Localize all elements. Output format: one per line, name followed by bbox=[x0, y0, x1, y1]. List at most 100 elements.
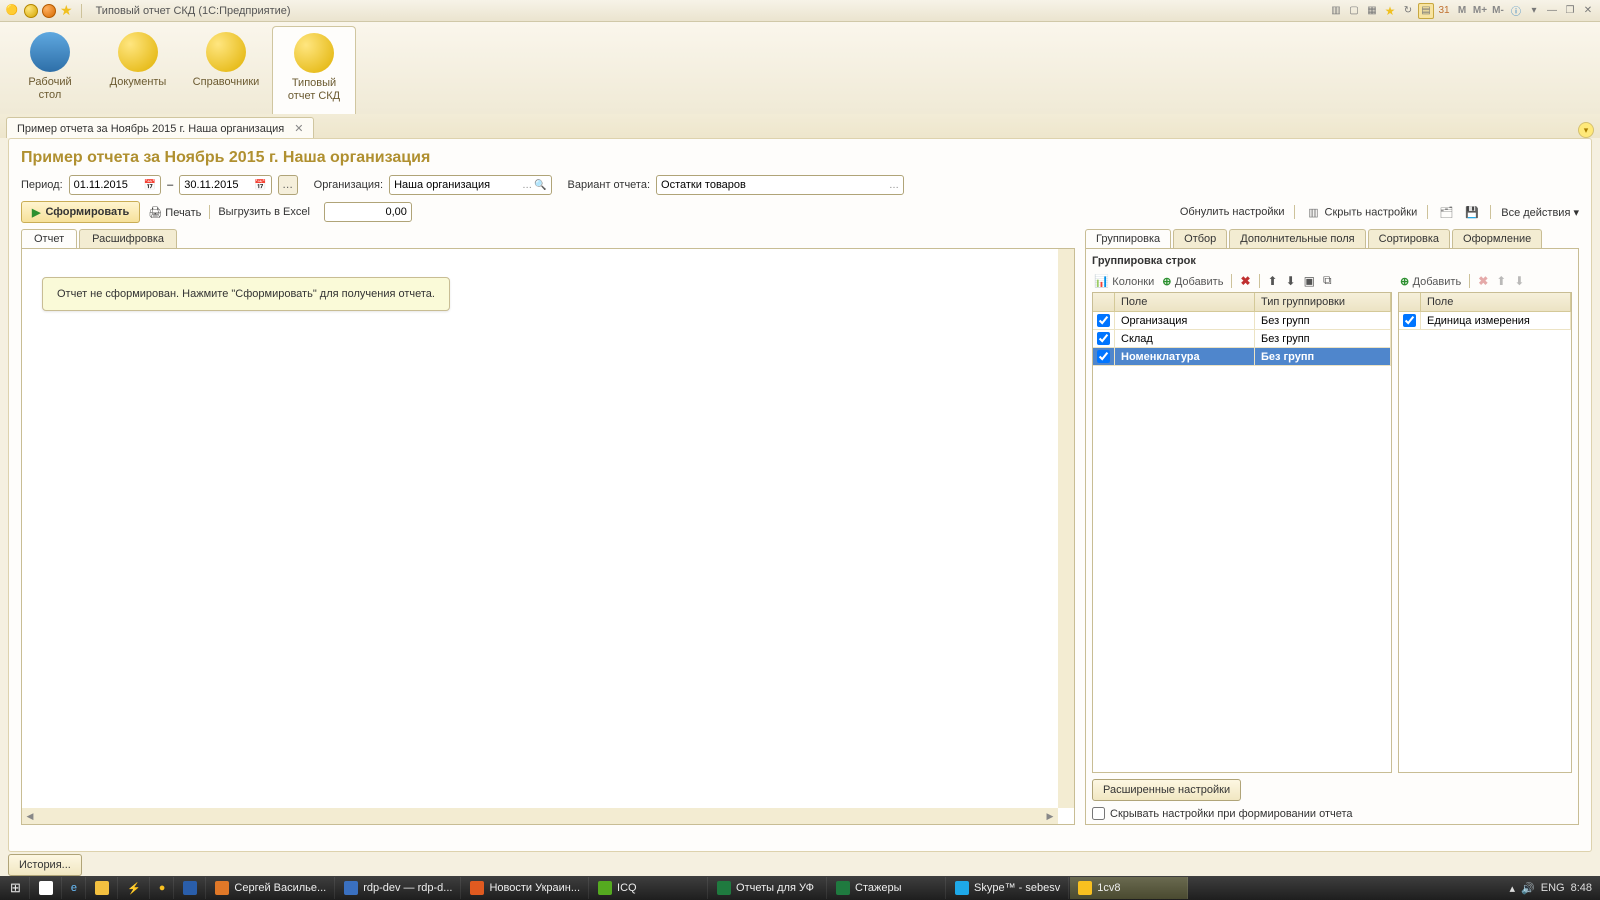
table-row[interactable]: ОрганизацияБез групп bbox=[1093, 312, 1391, 330]
taskbar-search[interactable] bbox=[31, 877, 62, 899]
row-checkbox[interactable] bbox=[1097, 350, 1110, 363]
panel-icon[interactable]: ▢ bbox=[1346, 3, 1362, 19]
scroll-left-icon[interactable]: ◀ bbox=[22, 808, 38, 824]
vertical-scrollbar[interactable] bbox=[1058, 249, 1074, 808]
document-tab[interactable]: Пример отчета за Ноябрь 2015 г. Наша орг… bbox=[6, 117, 314, 138]
taskbar-task[interactable]: ICQ bbox=[590, 877, 708, 899]
generate-button[interactable]: ▶Сформировать bbox=[21, 201, 140, 223]
calc-icon[interactable]: ▤ bbox=[1418, 3, 1434, 19]
close-tab-icon[interactable]: ✕ bbox=[294, 122, 303, 135]
org-input[interactable]: … 🔍 bbox=[389, 175, 551, 195]
advanced-settings-button[interactable]: Расширенные настройки bbox=[1092, 779, 1241, 801]
taskbar-task[interactable]: Отчеты для УФ bbox=[709, 877, 827, 899]
tab-report[interactable]: Отчет bbox=[21, 229, 77, 248]
horizontal-scrollbar[interactable]: ◀ ▶ bbox=[22, 808, 1058, 824]
taskbar-task-active[interactable]: 1cv8 bbox=[1070, 877, 1188, 899]
calendar-icon[interactable]: 31 bbox=[1436, 3, 1452, 19]
settings-icon[interactable]: 🗂 bbox=[1438, 204, 1454, 220]
save-settings-icon[interactable]: 💾 bbox=[1464, 204, 1480, 220]
tray-language[interactable]: ENG bbox=[1541, 882, 1565, 894]
tray-clock[interactable]: 8:48 bbox=[1571, 882, 1592, 894]
memory-mminus[interactable]: M- bbox=[1490, 3, 1506, 19]
grid-body[interactable]: Единица измерения bbox=[1399, 312, 1571, 772]
nav-documents[interactable]: Документы bbox=[96, 26, 180, 114]
delete-column-button[interactable]: ✖ bbox=[1476, 274, 1490, 288]
favorites-icon[interactable]: ★ bbox=[60, 2, 73, 19]
hide-settings-checkbox-row[interactable]: Скрывать настройки при формировании отче… bbox=[1092, 807, 1572, 820]
reset-settings-link[interactable]: Обнулить настройки bbox=[1180, 206, 1285, 218]
add-column-button[interactable]: ⊕ Добавить bbox=[1398, 274, 1463, 288]
columns-button[interactable]: 📊 Колонки bbox=[1092, 274, 1156, 288]
row-checkbox[interactable] bbox=[1403, 314, 1416, 327]
add-button[interactable]: ⊕ Добавить bbox=[1160, 274, 1225, 288]
tray-chevron-icon[interactable]: ▴ bbox=[1510, 882, 1516, 895]
nav-desktop[interactable]: Рабочий стол bbox=[8, 26, 92, 114]
copy-icon[interactable]: ⧉ bbox=[1321, 273, 1334, 288]
history-button[interactable]: История... bbox=[8, 854, 82, 876]
dropdown-icon[interactable]: ▾ bbox=[1526, 3, 1542, 19]
grid-body[interactable]: ОрганизацияБез группСкладБез группНоменк… bbox=[1093, 312, 1391, 772]
tab-extra-fields[interactable]: Дополнительные поля bbox=[1229, 229, 1365, 248]
memory-mplus[interactable]: M+ bbox=[1472, 3, 1488, 19]
period-from-field[interactable] bbox=[74, 179, 142, 191]
tab-drilldown[interactable]: Расшифровка bbox=[79, 229, 177, 248]
nav-forward-button[interactable] bbox=[42, 4, 56, 18]
calendar-icon[interactable]: 📅 bbox=[254, 180, 266, 191]
save-icon[interactable]: ▣ bbox=[1302, 274, 1317, 288]
variant-field[interactable] bbox=[661, 179, 889, 191]
taskbar-ie[interactable]: e bbox=[63, 877, 86, 899]
memory-m[interactable]: M bbox=[1454, 3, 1470, 19]
delete-button[interactable]: ✖ bbox=[1238, 274, 1252, 288]
tab-overflow-button[interactable]: ▾ bbox=[1578, 122, 1594, 138]
tab-sorting[interactable]: Сортировка bbox=[1368, 229, 1450, 248]
tab-filter[interactable]: Отбор bbox=[1173, 229, 1227, 248]
move-up-button[interactable]: ⬆ bbox=[1266, 274, 1280, 288]
favorites-small-icon[interactable]: ★ bbox=[1382, 3, 1398, 19]
number-input[interactable] bbox=[324, 202, 412, 222]
taskbar-1c[interactable]: ● bbox=[151, 877, 175, 899]
nav-catalogs[interactable]: Справочники bbox=[184, 26, 268, 114]
taskbar-task[interactable]: Skype™ - sebesv bbox=[947, 877, 1069, 899]
table-row[interactable]: СкладБез групп bbox=[1093, 330, 1391, 348]
taskbar-task[interactable]: Сергей Василье... bbox=[207, 877, 335, 899]
period-from-input[interactable]: 📅 bbox=[69, 175, 161, 195]
period-to-input[interactable]: 📅 bbox=[179, 175, 271, 195]
calendar-icon[interactable]: 📅 bbox=[144, 180, 156, 191]
ellipsis-icon[interactable]: … bbox=[889, 180, 899, 191]
all-actions-button[interactable]: Все действия ▾ bbox=[1501, 206, 1579, 219]
table-row[interactable]: Единица измерения bbox=[1399, 312, 1571, 330]
print-button[interactable]: 🖨 Печать bbox=[148, 206, 201, 219]
search-icon[interactable]: 🔍 bbox=[534, 180, 546, 191]
table-row[interactable]: НоменклатураБез групп bbox=[1093, 348, 1391, 366]
taskbar-word[interactable] bbox=[175, 877, 206, 899]
taskbar-task[interactable]: Новости Украин... bbox=[462, 877, 589, 899]
ellipsis-icon[interactable]: … bbox=[522, 180, 532, 191]
tab-grouping[interactable]: Группировка bbox=[1085, 229, 1171, 248]
period-to-field[interactable] bbox=[184, 179, 252, 191]
maximize-icon[interactable]: ❐ bbox=[1562, 3, 1578, 19]
hide-settings-link[interactable]: ▥ Скрыть настройки bbox=[1305, 204, 1417, 220]
tray-volume-icon[interactable]: 🔊 bbox=[1521, 882, 1535, 895]
hide-settings-checkbox[interactable] bbox=[1092, 807, 1105, 820]
period-picker-button[interactable]: … bbox=[278, 175, 298, 195]
close-icon[interactable]: ✕ bbox=[1580, 3, 1596, 19]
info-icon[interactable]: ⓘ bbox=[1508, 3, 1524, 19]
window-list-icon[interactable]: ▥ bbox=[1328, 3, 1344, 19]
taskbar-task[interactable]: rdp-dev — rdp-d... bbox=[336, 877, 461, 899]
row-checkbox[interactable] bbox=[1097, 332, 1110, 345]
move-down-button[interactable]: ⬇ bbox=[1284, 274, 1298, 288]
nav-back-button[interactable] bbox=[24, 4, 38, 18]
start-button[interactable]: ⊞ bbox=[2, 877, 30, 899]
row-checkbox[interactable] bbox=[1097, 314, 1110, 327]
number-field[interactable] bbox=[329, 206, 407, 218]
scroll-right-icon[interactable]: ▶ bbox=[1042, 808, 1058, 824]
variant-input[interactable]: … bbox=[656, 175, 904, 195]
taskbar-winamp[interactable]: ⚡ bbox=[119, 877, 150, 899]
nav-report[interactable]: Типовый отчет СКД bbox=[272, 26, 356, 114]
move-up-column-button[interactable]: ⬆ bbox=[1494, 274, 1508, 288]
history-icon[interactable]: ↻ bbox=[1400, 3, 1416, 19]
export-excel-button[interactable]: Выгрузить в Excel bbox=[218, 206, 310, 218]
grid-icon[interactable]: ▦ bbox=[1364, 3, 1380, 19]
minimize-icon[interactable]: — bbox=[1544, 3, 1560, 19]
move-down-column-button[interactable]: ⬇ bbox=[1512, 274, 1526, 288]
